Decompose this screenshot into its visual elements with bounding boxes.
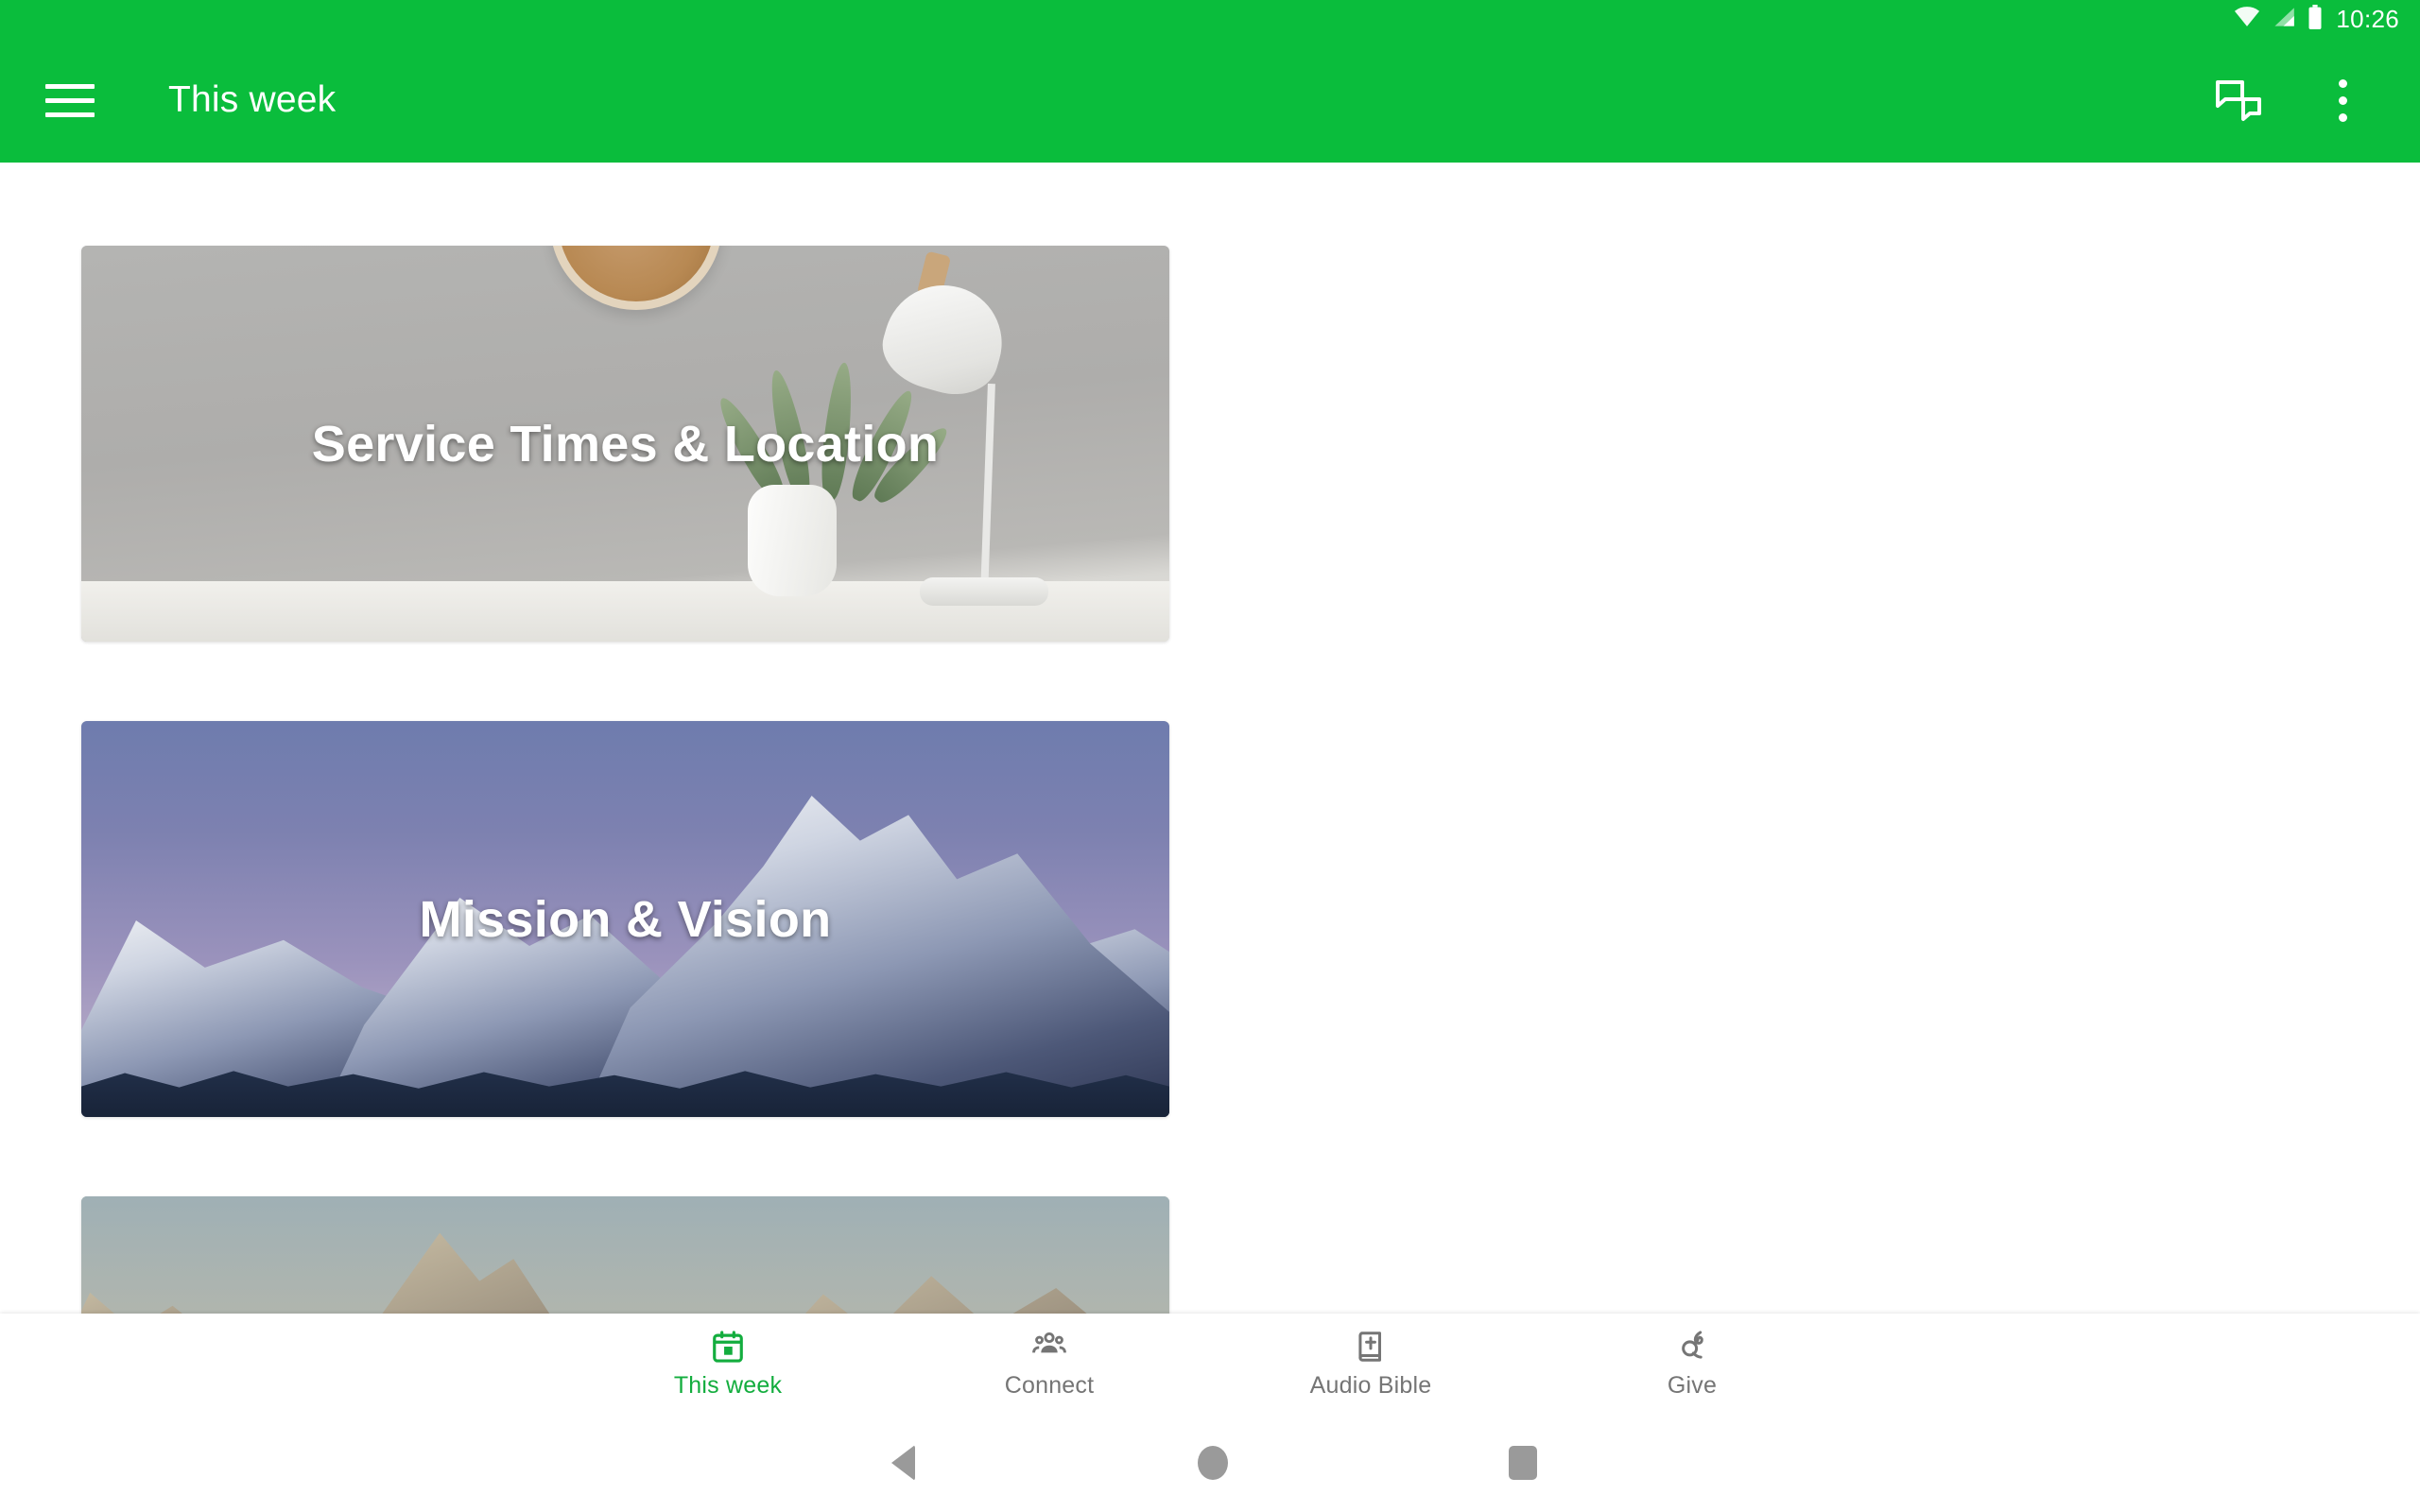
nav-item-this-week[interactable]: This week (567, 1314, 889, 1413)
recents-square-icon[interactable] (1471, 1413, 1575, 1512)
bible-book-cross-icon (1353, 1328, 1389, 1366)
app-bar: This week (0, 38, 2420, 163)
battery-icon (2308, 4, 2323, 34)
nav-label: Give (1667, 1371, 1718, 1399)
nav-item-audio-bible[interactable]: Audio Bible (1210, 1314, 1531, 1413)
wall-clock-decoration (550, 246, 722, 310)
nav-item-give[interactable]: Give (1531, 1314, 1853, 1413)
status-clock: 10:26 (2336, 4, 2399, 33)
overflow-menu-icon (2338, 78, 2347, 122)
cellular-signal-icon (2273, 7, 2295, 32)
home-circle-icon[interactable] (1161, 1413, 1265, 1512)
card-title: Service Times & Location (311, 415, 940, 472)
page-title: This week (168, 79, 337, 120)
card-church-history[interactable]: Church History (81, 1196, 1169, 1314)
card-mission-vision[interactable]: Mission & Vision (81, 721, 1169, 1117)
nav-label: Connect (1004, 1371, 1095, 1399)
status-bar: 10:26 (0, 0, 2420, 38)
card-service-times-location[interactable]: Service Times & Location (81, 246, 1169, 642)
nav-item-connect[interactable]: Connect (889, 1314, 1210, 1413)
plant-pot-decoration (748, 485, 837, 596)
app-bar-actions (2195, 57, 2420, 144)
nav-label: This week (673, 1371, 783, 1399)
status-icons (2234, 4, 2323, 34)
card-grid: Service Times & Location Mission & Visio… (81, 246, 2339, 1314)
content-scroll-area[interactable]: Service Times & Location Mission & Visio… (0, 163, 2420, 1314)
calendar-icon (710, 1328, 746, 1366)
mountain-peak-decoration (581, 796, 1169, 1117)
card-title: Mission & Vision (419, 890, 832, 948)
people-group-icon (1031, 1328, 1067, 1366)
giving-hand-icon (1674, 1328, 1710, 1366)
nav-label: Audio Bible (1309, 1371, 1432, 1399)
wifi-icon (2234, 6, 2260, 32)
lamp-base-decoration (920, 577, 1048, 606)
back-triangle-icon[interactable] (851, 1413, 955, 1512)
desert-road-rocky-mountains-image (81, 1196, 1169, 1314)
android-system-navigation-bar (0, 1413, 2420, 1512)
overflow-menu-button[interactable] (2299, 57, 2386, 144)
chat-bubbles-icon[interactable] (2195, 57, 2282, 144)
desert-sky-decoration (81, 1196, 1169, 1314)
bottom-navigation-bar: This week Connect Audio Bible Give (0, 1314, 2420, 1413)
hamburger-menu-icon[interactable] (25, 55, 115, 146)
